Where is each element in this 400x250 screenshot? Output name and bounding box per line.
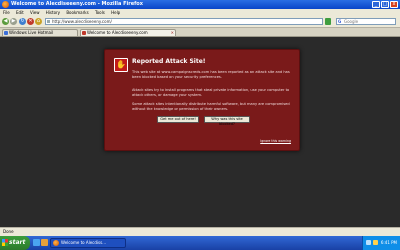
back-arrow-icon[interactable]: ◀ xyxy=(2,18,9,25)
status-text: Done xyxy=(3,229,14,234)
menu-tools[interactable]: Tools xyxy=(95,9,105,16)
tab-close-icon[interactable]: ✕ xyxy=(171,30,174,36)
menu-bookmarks[interactable]: Bookmarks xyxy=(66,9,88,16)
get-me-out-button[interactable]: Get me out of here! xyxy=(157,116,199,123)
warning-paragraph-2: Attack sites try to install programs tha… xyxy=(132,88,290,97)
window-title-bar: Welcome to Alecdiseeeny.com - Mozilla Fi… xyxy=(0,0,400,9)
navigation-toolbar: ◀ ▶ ↻ ✕ ⌂ http://www.alecdiseeeny.com/ G… xyxy=(0,16,400,28)
firefox-taskbar-icon xyxy=(53,240,59,246)
taskbar-firefox-window[interactable]: Welcome to Alecdiss... xyxy=(50,238,126,248)
attack-site-warning: ✋ Reported Attack Site! This web site at… xyxy=(104,49,300,151)
windows-flag-icon xyxy=(2,239,8,246)
quick-launch-folder-icon[interactable] xyxy=(41,239,48,246)
google-search-icon: G xyxy=(338,19,342,24)
tab-hotmail[interactable]: Windows Live Hotmail xyxy=(2,29,78,36)
task-label: Welcome to Alecdiss... xyxy=(61,240,106,245)
tab-strip: Windows Live Hotmail Welcome to Alecdise… xyxy=(0,28,400,37)
hotmail-icon xyxy=(4,31,8,35)
stop-icon[interactable]: ✕ xyxy=(27,18,34,25)
close-button[interactable]: x xyxy=(390,1,398,8)
network-tray-icon[interactable] xyxy=(366,240,371,245)
menu-view[interactable]: View xyxy=(30,9,40,16)
ignore-warning-link[interactable]: Ignore this warning xyxy=(260,139,291,143)
clock: 6:41 PM xyxy=(380,240,397,245)
menu-history[interactable]: History xyxy=(46,9,60,16)
page-content: ✋ Reported Attack Site! This web site at… xyxy=(0,37,400,227)
tab-alecdiseeeny[interactable]: Welcome to Alecdiseeeny.com ✕ xyxy=(80,29,176,36)
why-blocked-button[interactable]: Why was this site blocked? xyxy=(204,116,250,126)
minimize-button[interactable]: _ xyxy=(372,1,380,8)
menu-file[interactable]: File xyxy=(3,9,10,16)
security-tray-icon[interactable] xyxy=(373,240,378,245)
reload-icon[interactable]: ↻ xyxy=(19,18,26,25)
tab-label: Windows Live Hotmail xyxy=(9,30,54,35)
address-url: http://www.alecdiseeeny.com/ xyxy=(52,19,112,24)
search-placeholder: Google xyxy=(344,19,359,24)
status-bar: Done xyxy=(0,227,400,236)
warning-title: Reported Attack Site! xyxy=(132,58,206,65)
start-button[interactable]: start xyxy=(0,236,30,250)
maximize-button[interactable]: □ xyxy=(381,1,389,8)
menu-edit[interactable]: Edit xyxy=(16,9,24,16)
search-input[interactable]: G Google xyxy=(336,18,396,25)
address-bar[interactable]: http://www.alecdiseeeny.com/ xyxy=(45,18,323,25)
window-title: Welcome to Alecdiseeeny.com - Mozilla Fi… xyxy=(11,1,143,7)
blocked-site-icon: ✋ xyxy=(114,58,128,72)
tab-label: Welcome to Alecdiseeeny.com xyxy=(87,30,148,35)
home-icon[interactable]: ⌂ xyxy=(35,18,42,25)
menu-help[interactable]: Help xyxy=(111,9,120,16)
system-tray: 6:41 PM xyxy=(362,236,400,250)
quick-launch-ie-icon[interactable] xyxy=(33,239,40,246)
firefox-icon xyxy=(2,1,9,8)
site-favicon-icon xyxy=(47,20,50,23)
warning-paragraph-1: This web site at www.campaignscreds.com … xyxy=(132,70,290,79)
warning-paragraph-3: Some attack sites intentionally distribu… xyxy=(132,102,290,111)
forward-arrow-icon[interactable]: ▶ xyxy=(10,18,17,25)
go-arrow-icon[interactable] xyxy=(325,18,331,25)
warning-tab-icon xyxy=(82,31,86,35)
menu-bar: File Edit View History Bookmarks Tools H… xyxy=(0,9,400,16)
start-label: start xyxy=(9,239,26,246)
windows-taskbar: start Welcome to Alecdiss... 6:41 PM xyxy=(0,236,400,250)
